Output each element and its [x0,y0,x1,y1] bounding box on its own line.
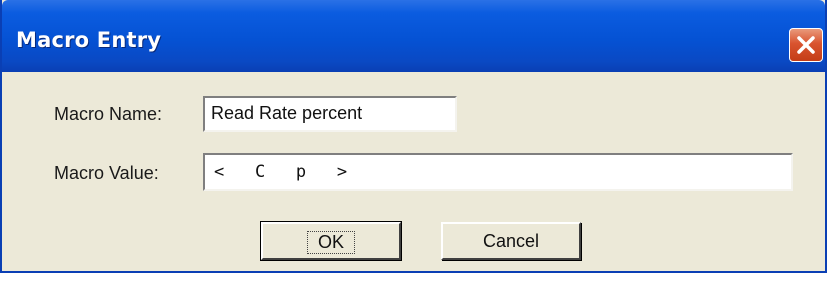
ok-button-label: OK [306,231,355,254]
title-bar[interactable]: Macro Entry [2,0,825,72]
cancel-button-label: Cancel [482,231,540,251]
macro-name-label: Macro Name: [54,104,163,124]
cancel-button[interactable]: Cancel [441,222,581,260]
close-x-icon [797,36,815,54]
ok-button[interactable]: OK [260,221,402,261]
close-button[interactable] [789,28,823,62]
macro-value-input[interactable]: < C p > [203,153,793,191]
macro-entry-dialog: Macro Entry Macro Name: Read Rate percen… [0,0,827,273]
dialog-title: Macro Entry [16,28,162,52]
macro-name-input[interactable]: Read Rate percent [203,96,457,132]
macro-value-label: Macro Value: [54,163,159,183]
